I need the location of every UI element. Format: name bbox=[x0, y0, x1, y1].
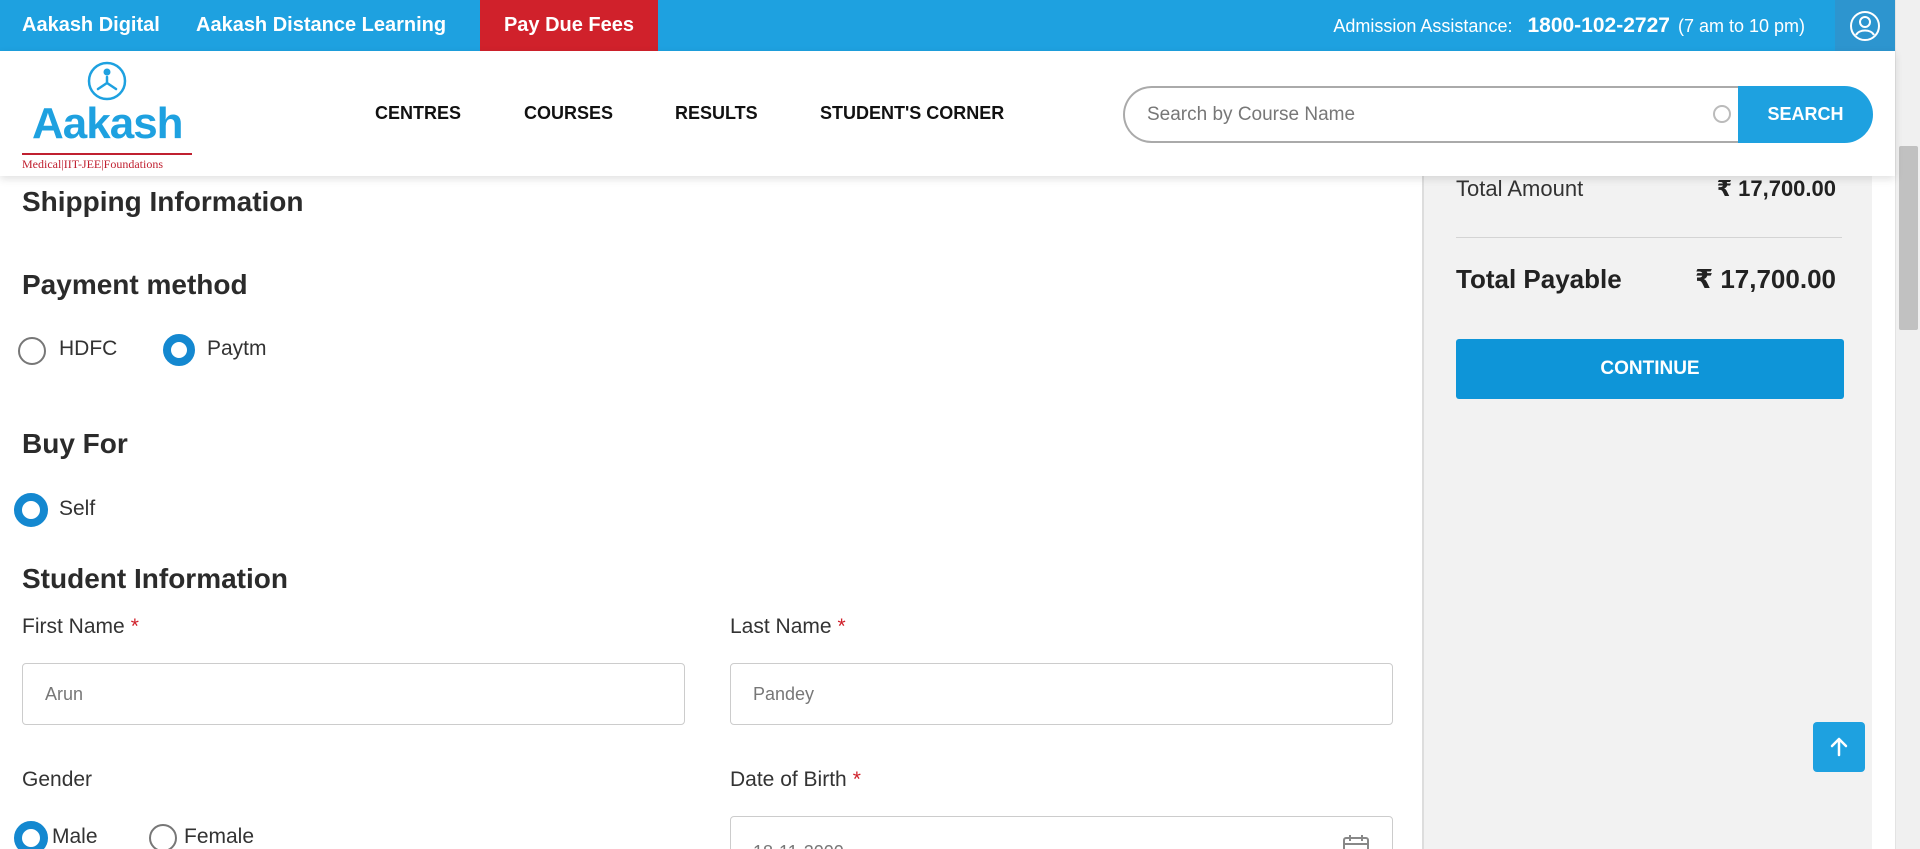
nav-courses[interactable]: COURSES bbox=[524, 51, 613, 176]
dob-value: 18-11-2000 bbox=[753, 842, 844, 849]
total-amount-row: Total Amount ₹ 17,700.00 bbox=[1456, 176, 1836, 201]
scrollbar-thumb[interactable] bbox=[1899, 146, 1918, 330]
total-amount-value: ₹ 17,700.00 bbox=[1716, 176, 1836, 201]
arrow-up-icon bbox=[1830, 737, 1848, 757]
last-name-label: Last Name * bbox=[730, 615, 846, 638]
payment-hdfc-radio[interactable] bbox=[18, 337, 46, 365]
main-header: Aakash Medical|IIT-JEE|Foundations CENTR… bbox=[0, 51, 1895, 176]
buy-for-self-label[interactable]: Self bbox=[59, 497, 95, 521]
aakash-logo[interactable]: Aakash Medical|IIT-JEE|Foundations bbox=[22, 61, 192, 171]
gender-female-label[interactable]: Female bbox=[184, 825, 254, 849]
payment-paytm-radio[interactable] bbox=[163, 334, 195, 366]
first-name-field[interactable]: Arun bbox=[22, 663, 685, 725]
last-name-field[interactable]: Pandey bbox=[730, 663, 1393, 725]
gender-male-label[interactable]: Male bbox=[52, 825, 98, 849]
total-amount-label: Total Amount bbox=[1456, 176, 1584, 201]
logo-wordmark: Aakash bbox=[32, 99, 184, 148]
buy-for-self-radio[interactable] bbox=[14, 493, 48, 527]
admission-assistance: Admission Assistance: 1800-102-2727 (7 a… bbox=[1333, 0, 1805, 51]
top-bar: Aakash Digital Aakash Distance Learning … bbox=[0, 0, 1895, 51]
continue-button[interactable]: CONTINUE bbox=[1456, 339, 1844, 399]
payment-method-heading: Payment method bbox=[22, 269, 248, 300]
pay-due-fees-button[interactable]: Pay Due Fees bbox=[480, 0, 658, 51]
assistance-label: Admission Assistance: bbox=[1333, 16, 1513, 36]
order-summary: Total Amount ₹ 17,700.00 Total Payable ₹… bbox=[1422, 176, 1872, 849]
shipping-information-heading: Shipping Information bbox=[22, 186, 304, 217]
aakash-distance-learning-link[interactable]: Aakash Distance Learning bbox=[196, 0, 446, 51]
assistance-phone[interactable]: 1800-102-2727 bbox=[1527, 14, 1669, 37]
search-button[interactable]: SEARCH bbox=[1738, 86, 1873, 143]
nav-results[interactable]: RESULTS bbox=[675, 51, 758, 176]
checkout-form: Shipping Information Payment method HDFC… bbox=[0, 176, 1422, 849]
scroll-to-top-button[interactable] bbox=[1813, 722, 1865, 772]
total-payable-label: Total Payable bbox=[1456, 264, 1622, 294]
gender-female-radio[interactable] bbox=[149, 824, 177, 849]
search-clear-icon[interactable] bbox=[1713, 105, 1731, 123]
aakash-digital-link[interactable]: Aakash Digital bbox=[22, 0, 160, 51]
student-information-heading: Student Information bbox=[22, 563, 288, 594]
dob-field[interactable]: 18-11-2000 bbox=[730, 816, 1393, 849]
gender-male-radio[interactable] bbox=[14, 821, 48, 849]
calendar-icon[interactable] bbox=[1342, 833, 1370, 849]
summary-divider bbox=[1456, 237, 1842, 238]
nav-centres[interactable]: CENTRES bbox=[375, 51, 461, 176]
user-account-button[interactable] bbox=[1835, 0, 1895, 51]
nav-students-corner[interactable]: STUDENT'S CORNER bbox=[820, 51, 1004, 176]
aakash-emblem-icon bbox=[87, 61, 127, 101]
course-search: SEARCH bbox=[1123, 86, 1873, 143]
gender-label: Gender bbox=[22, 768, 93, 791]
page-scrollbar[interactable] bbox=[1895, 0, 1920, 849]
payment-paytm-label[interactable]: Paytm bbox=[207, 337, 267, 361]
assistance-hours: (7 am to 10 pm) bbox=[1677, 16, 1805, 36]
user-icon bbox=[1850, 10, 1880, 41]
payment-hdfc-label[interactable]: HDFC bbox=[59, 337, 117, 361]
total-payable-row: Total Payable ₹ 17,700.00 bbox=[1456, 264, 1836, 295]
first-name-label: First Name * bbox=[22, 615, 139, 638]
total-payable-value: ₹ 17,700.00 bbox=[1695, 264, 1836, 294]
search-input[interactable] bbox=[1123, 86, 1753, 143]
logo-tagline: Medical|IIT-JEE|Foundations bbox=[22, 153, 192, 172]
dob-label: Date of Birth * bbox=[730, 768, 861, 791]
buy-for-heading: Buy For bbox=[22, 428, 128, 459]
